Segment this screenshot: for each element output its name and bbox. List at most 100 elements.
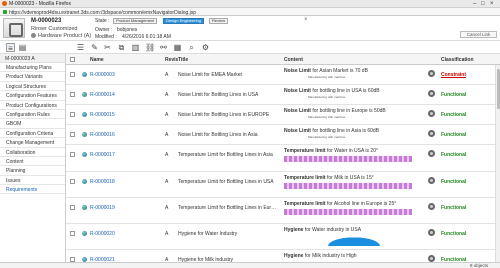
tree-view-icon[interactable]: ≡ (6, 43, 15, 53)
row-name-link[interactable]: R-0000016 (90, 132, 115, 138)
search-icon[interactable]: ⌕ (187, 43, 196, 52)
row-title: Temperature Limit for Bottling Lines in … (178, 179, 274, 185)
gear-icon[interactable] (428, 177, 435, 184)
row-content: Hygiene for Milk industry is High (284, 253, 416, 259)
gear-icon[interactable] (428, 130, 435, 137)
row-title: Hygiene for Water Industry (178, 231, 238, 237)
list-view-icon[interactable]: ▤ (18, 43, 27, 52)
vertical-scrollbar[interactable] (495, 65, 500, 262)
product-icon (3, 18, 25, 38)
maximize-icon[interactable]: □ (481, 0, 485, 8)
table-row[interactable]: R-0000015 A Noise Limit for Bottling Lines… (66, 105, 500, 125)
firefox-logo-icon (2, 1, 7, 6)
row-name-link[interactable]: R-0000020 (90, 231, 115, 237)
address-bar[interactable]: https://vdemoprod4dsu.extranet.3ds.com:/… (0, 8, 500, 16)
gear-icon[interactable] (428, 150, 435, 157)
settings-icon[interactable]: ⚙ (201, 43, 210, 52)
row-checkbox[interactable] (70, 92, 75, 97)
content-note: Manufacturing with machine (308, 115, 346, 119)
sidebar-item-product-variants[interactable]: Product Variants (0, 72, 65, 82)
sidebar-item-requirements[interactable]: Requirements (0, 185, 65, 195)
column-title[interactable]: Title (178, 57, 188, 63)
row-checkbox[interactable] (70, 179, 75, 184)
sidebar-item-gbom[interactable]: GBOM (0, 119, 65, 129)
column-revision[interactable]: Revis (165, 57, 178, 63)
sidebar-item-configuration-criteria[interactable]: Configuration Criteria (0, 129, 65, 139)
state-review-button[interactable]: Review (209, 18, 229, 24)
content-keyword: Noise Limit (284, 108, 311, 114)
row-classification[interactable]: Functional (441, 231, 466, 237)
sidebar-header[interactable]: M-0000023 A (0, 54, 65, 63)
table-row[interactable]: R-0000020 A Hygiene for Water Industry Hygi… (66, 224, 500, 250)
gear-icon[interactable] (428, 70, 435, 77)
content-keyword: Noise Limit (284, 88, 311, 94)
sidebar-item-logical-structures[interactable]: Logical Structures (0, 82, 65, 92)
row-checkbox[interactable] (70, 132, 75, 137)
copy-icon[interactable]: ⧉ (117, 43, 126, 52)
row-classification[interactable]: Constraint (441, 72, 466, 78)
edit-icon[interactable]: ✎ (90, 43, 99, 52)
row-name-link[interactable]: R-0000015 (90, 112, 115, 118)
sidebar-item-manufacturing-plans[interactable]: Manufacturing Plans (0, 63, 65, 73)
row-classification[interactable]: Functional (441, 205, 466, 211)
sidebar-item-product-configurations[interactable]: Product Configurations (0, 101, 65, 110)
gear-icon[interactable] (428, 110, 435, 117)
sidebar-item-configuration-rules[interactable]: Configuration Rules (0, 110, 65, 120)
sidebar-item-planning[interactable]: Planning (0, 166, 65, 176)
url-text[interactable]: https://vdemoprod4dsu.extranet.3ds.com:/… (9, 10, 196, 16)
table-row[interactable]: R-0000014 A Noise Limit for Bottling Lines… (66, 85, 500, 105)
row-checkbox[interactable] (70, 205, 75, 210)
row-name-link[interactable]: R-0000017 (90, 152, 115, 158)
close-icon[interactable]: × (304, 17, 308, 23)
gear-icon[interactable] (428, 255, 435, 262)
row-classification[interactable]: Functional (441, 92, 466, 98)
table-row[interactable]: R-0000018 A Temperature Limit for Bottling… (66, 172, 500, 198)
column-content[interactable]: Content (284, 57, 303, 63)
content-image (284, 156, 412, 162)
link-icon[interactable]: ⛓ (145, 43, 155, 52)
minimize-icon[interactable]: – (473, 0, 476, 8)
gear-icon[interactable] (428, 203, 435, 210)
cancel-link-button[interactable]: Cancel Link (460, 31, 497, 38)
row-name-link[interactable]: R-0000019 (90, 205, 115, 211)
sidebar-item-content[interactable]: Content (0, 157, 65, 167)
gear-icon[interactable] (428, 229, 435, 236)
sidebar-item-change-management[interactable]: Change Management (0, 138, 65, 148)
state-design-engineering-button[interactable]: Design Engineering (163, 18, 204, 24)
close-window-icon[interactable]: × (490, 0, 494, 8)
row-name-link[interactable]: R-0000018 (90, 179, 115, 185)
table-row[interactable]: R-0000019 A Temperature Limit for Bottling… (66, 198, 500, 224)
row-name-link[interactable]: R-0000003 (90, 72, 115, 78)
row-checkbox[interactable] (70, 112, 75, 117)
paste-icon[interactable]: ▥ (131, 43, 140, 52)
column-classification[interactable]: Classification (441, 57, 474, 63)
unlink-icon[interactable]: ⚯ (159, 43, 168, 52)
column-name[interactable]: Name (90, 57, 104, 63)
row-checkbox[interactable] (70, 72, 75, 77)
state-product-management-button[interactable]: Product Management (113, 18, 158, 24)
sidebar-item-configuration-features[interactable]: Configuration Features (0, 91, 65, 101)
table-row[interactable]: R-0000017 A Temperature Limit for Bottling… (66, 145, 500, 172)
table-row[interactable]: R-0000021 A Hygiene for Milk Industry Hygie… (66, 250, 500, 262)
row-checkbox[interactable] (70, 152, 75, 157)
sidebar-item-collaboration[interactable]: Collaboration (0, 148, 65, 157)
export-icon[interactable]: ▦ (173, 43, 182, 52)
row-revision: A (165, 179, 169, 185)
row-classification[interactable]: Functional (441, 112, 466, 118)
row-content: Noise Limit for bottling line in USA is … (284, 88, 416, 99)
table-row[interactable]: R-0000016 A Noise Limit for Bottling Lines… (66, 125, 500, 145)
window-title: M-0000023 - Mozilla Firefox (9, 1, 71, 7)
table-row[interactable]: R-0000003 A Noise Limit for EMEA Market Noi… (66, 65, 500, 85)
cut-icon[interactable]: ✂ (103, 43, 112, 52)
gear-icon[interactable] (428, 90, 435, 97)
row-classification[interactable]: Functional (441, 132, 466, 138)
row-checkbox[interactable] (70, 231, 75, 236)
row-name-link[interactable]: R-0000014 (90, 92, 115, 98)
object-name: M-0000023 (31, 17, 62, 24)
filter-icon[interactable]: ☰ (76, 43, 85, 52)
row-classification[interactable]: Functional (441, 179, 466, 185)
owner-label: Owner : (95, 27, 113, 33)
select-all-checkbox[interactable] (70, 57, 75, 62)
row-classification[interactable]: Functional (441, 152, 466, 158)
sidebar-item-issues[interactable]: Issues (0, 176, 65, 186)
